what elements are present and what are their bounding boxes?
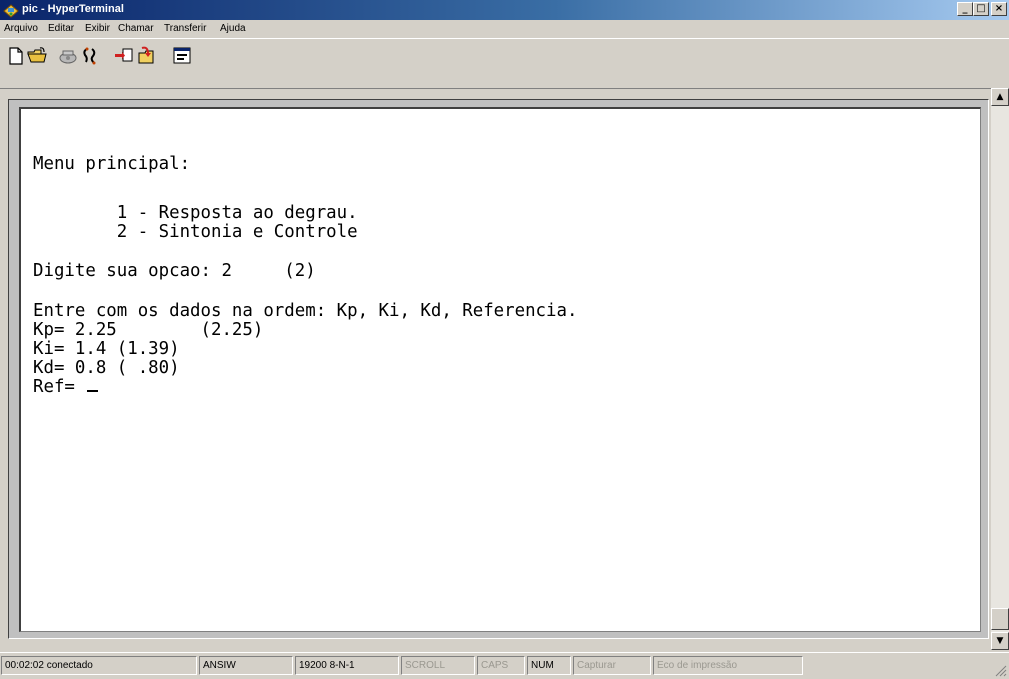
scroll-up-button[interactable]: ▲ bbox=[991, 88, 1009, 106]
status-num: NUM bbox=[527, 656, 571, 675]
terminal-line: 1 - Resposta ao degrau. bbox=[33, 203, 358, 223]
receive-icon bbox=[138, 46, 154, 64]
scroll-down-button[interactable]: ▼ bbox=[991, 632, 1009, 650]
connect-phone-icon bbox=[83, 47, 96, 65]
status-bar: 00:02:02 conectado ANSIW 19200 8-N-1 SCR… bbox=[0, 652, 1009, 679]
open-icon bbox=[27, 47, 47, 63]
menu-transferir[interactable]: Transferir bbox=[164, 23, 206, 34]
status-capture: Capturar bbox=[573, 656, 651, 675]
disconnect-phone-icon bbox=[59, 50, 77, 64]
send-icon bbox=[115, 48, 133, 62]
open-button[interactable] bbox=[27, 46, 47, 66]
maximize-button[interactable]: □ bbox=[973, 2, 989, 16]
status-port-settings: 19200 8-N-1 bbox=[295, 656, 399, 675]
status-scroll: SCROLL bbox=[401, 656, 475, 675]
terminal-line: Entre com os dados na ordem: Kp, Ki, Kd,… bbox=[33, 301, 578, 321]
menu-ajuda[interactable]: Ajuda bbox=[220, 23, 246, 34]
properties-button[interactable] bbox=[172, 46, 192, 66]
receive-file-button[interactable] bbox=[136, 46, 156, 66]
terminal-screen[interactable]: Menu principal: 1 - Resposta ao degrau. … bbox=[19, 107, 981, 632]
status-caps: CAPS bbox=[477, 656, 525, 675]
terminal-line: 2 - Sintonia e Controle bbox=[33, 222, 358, 242]
new-connection-button[interactable] bbox=[6, 46, 26, 66]
connect-button[interactable] bbox=[80, 46, 100, 66]
terminal-line: Digite sua opcao: 2 (2) bbox=[33, 261, 316, 281]
status-connection: 00:02:02 conectado bbox=[1, 656, 197, 675]
terminal-line: Kd= 0.8 ( .80) bbox=[33, 358, 180, 378]
menu-chamar[interactable]: Chamar bbox=[118, 23, 154, 34]
new-icon bbox=[9, 47, 23, 65]
send-file-button[interactable] bbox=[114, 46, 134, 66]
hyperterminal-app-icon bbox=[3, 4, 19, 18]
window-title: pic - HyperTerminal bbox=[22, 3, 124, 15]
minimize-button[interactable]: _ bbox=[957, 2, 973, 16]
menu-editar[interactable]: Editar bbox=[48, 23, 74, 34]
hyperterminal-window: pic - HyperTerminal _ □ × Arquivo Editar… bbox=[0, 0, 1009, 679]
status-emulation: ANSIW bbox=[199, 656, 293, 675]
disconnect-button[interactable] bbox=[58, 46, 78, 66]
terminal-line: Kp= 2.25 (2.25) bbox=[33, 320, 264, 340]
close-button[interactable]: × bbox=[991, 2, 1007, 16]
resize-grip-icon[interactable] bbox=[995, 665, 1007, 677]
terminal-line: Menu principal: bbox=[33, 154, 191, 174]
menu-bar: Arquivo Editar Exibir Chamar Transferir … bbox=[0, 20, 1009, 38]
vertical-scrollbar[interactable]: ▲ ▼ bbox=[991, 88, 1009, 650]
terminal-prompt-line: Ref= bbox=[33, 377, 99, 397]
text-cursor bbox=[87, 390, 99, 392]
toolbar bbox=[0, 38, 1009, 88]
terminal-line: Ki= 1.4 (1.39) bbox=[33, 339, 180, 359]
menu-exibir[interactable]: Exibir bbox=[85, 23, 110, 34]
scroll-thumb[interactable] bbox=[991, 608, 1009, 630]
status-print-echo: Eco de impressão bbox=[653, 656, 803, 675]
terminal-prompt: Ref= bbox=[33, 377, 86, 397]
properties-icon bbox=[173, 47, 191, 64]
menu-arquivo[interactable]: Arquivo bbox=[4, 23, 38, 34]
title-bar[interactable]: pic - HyperTerminal _ □ × bbox=[0, 0, 1009, 20]
